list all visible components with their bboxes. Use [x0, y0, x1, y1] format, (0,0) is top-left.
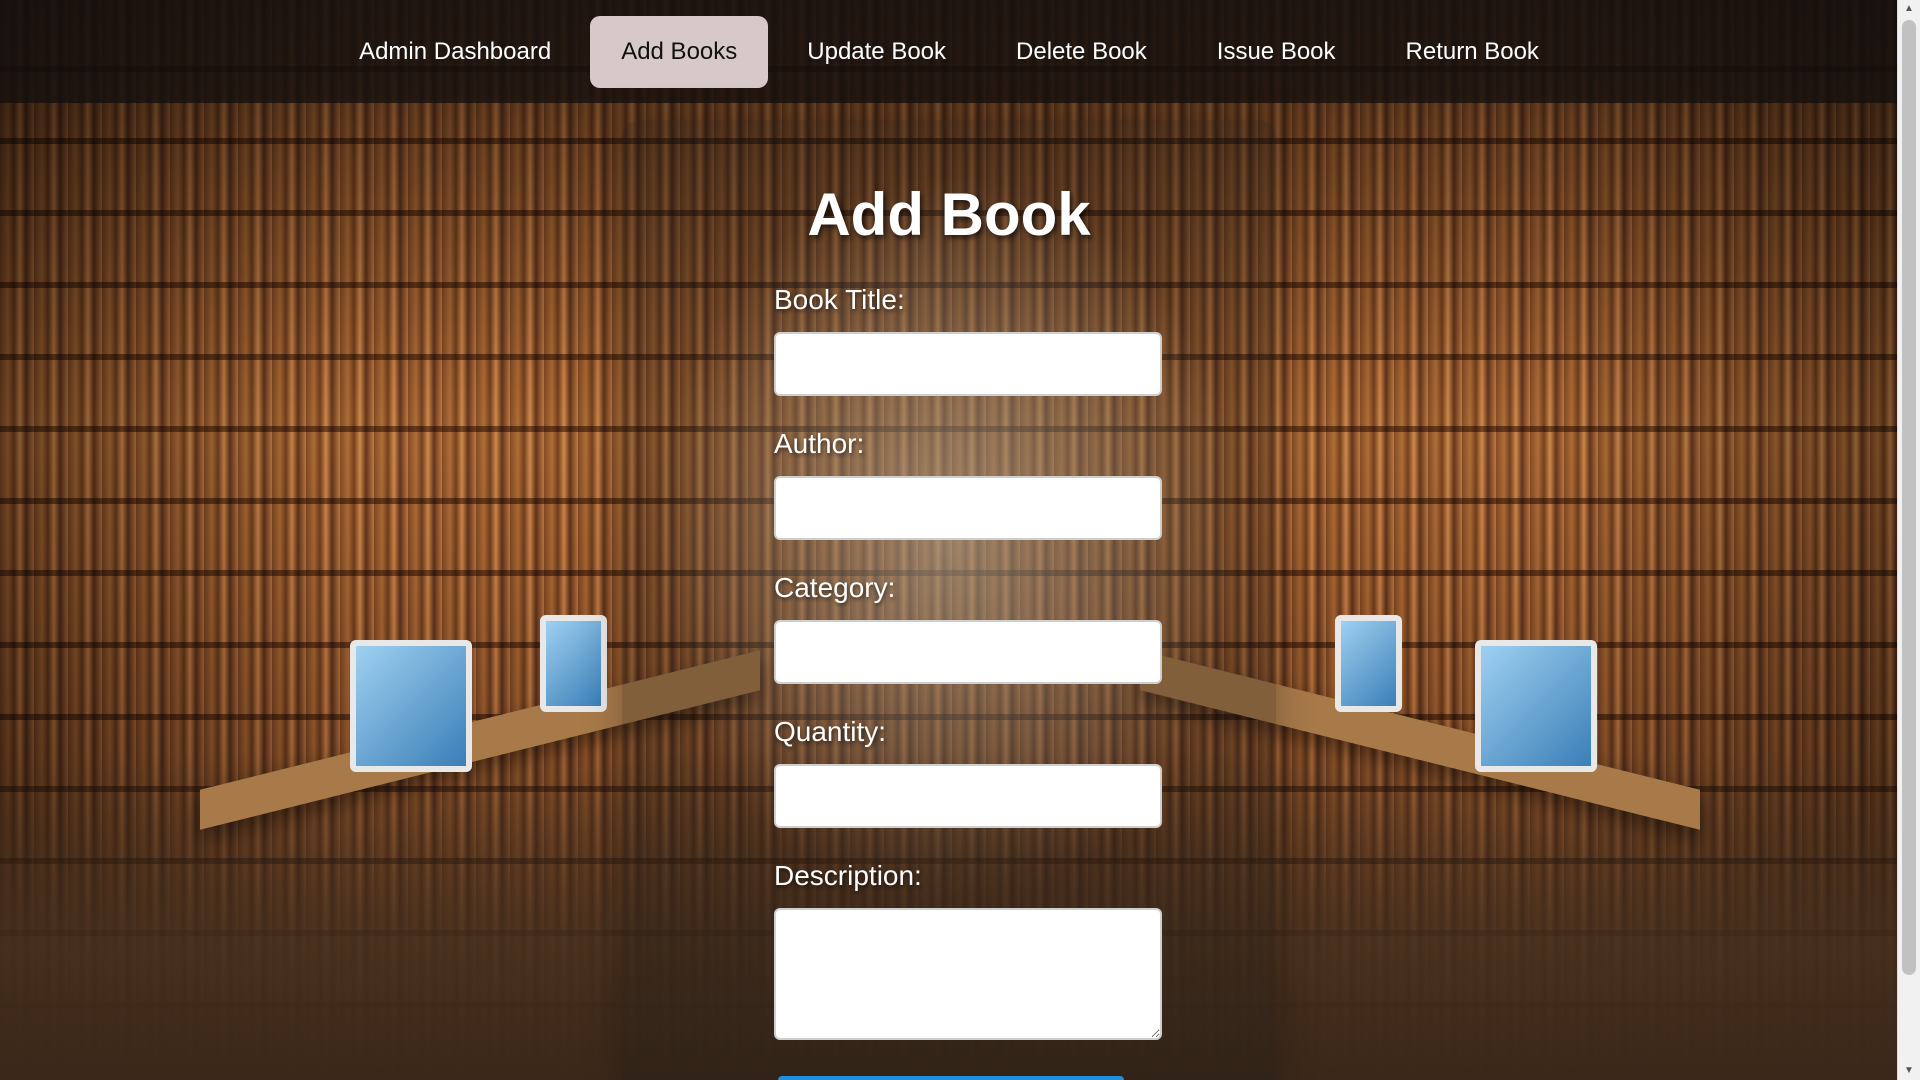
- quantity-input[interactable]: [774, 764, 1162, 828]
- nav-update-book[interactable]: Update Book: [776, 16, 977, 88]
- author-input[interactable]: [774, 476, 1162, 540]
- top-navbar: Admin Dashboard Add Books Update Book De…: [0, 0, 1898, 103]
- nav-issue-book[interactable]: Issue Book: [1186, 16, 1367, 88]
- nav-add-books[interactable]: Add Books: [590, 15, 769, 88]
- monitor-image: [350, 640, 472, 772]
- scrollbar-thumb[interactable]: [1902, 20, 1916, 975]
- category-input[interactable]: [774, 620, 1162, 684]
- nav-delete-book[interactable]: Delete Book: [985, 16, 1178, 88]
- submit-button[interactable]: [778, 1076, 1124, 1080]
- description-textarea[interactable]: [774, 908, 1162, 1040]
- monitor-image: [540, 615, 607, 712]
- description-label: Description:: [774, 860, 922, 891]
- category-label: Category:: [774, 572, 896, 603]
- nav-return-book[interactable]: Return Book: [1375, 16, 1570, 88]
- vertical-scrollbar[interactable]: ▲ ▼: [1897, 0, 1920, 1080]
- book-title-label: Book Title:: [774, 284, 905, 315]
- scroll-up-arrow-icon[interactable]: ▲: [1898, 0, 1920, 18]
- scroll-down-arrow-icon[interactable]: ▼: [1898, 1062, 1920, 1080]
- monitor-image: [1475, 640, 1597, 772]
- author-label: Author:: [774, 428, 865, 459]
- book-title-input[interactable]: [774, 332, 1162, 396]
- quantity-label: Quantity:: [774, 716, 887, 747]
- monitor-image: [1335, 615, 1402, 712]
- nav-admin-dashboard[interactable]: Admin Dashboard: [328, 16, 582, 88]
- page-title: Add Book: [807, 181, 1091, 248]
